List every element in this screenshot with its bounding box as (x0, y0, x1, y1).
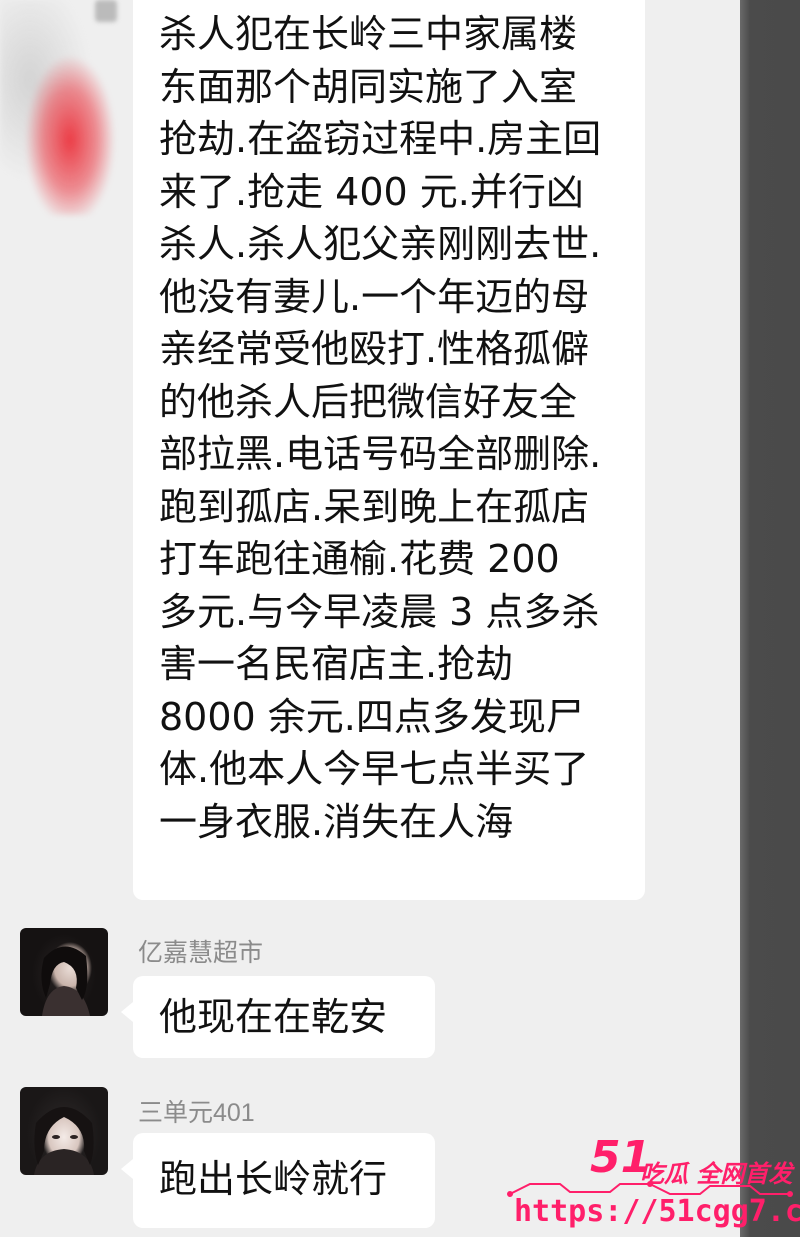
sender-name: 亿嘉慧超市 (138, 939, 264, 967)
message-line: 一身衣服.消失在人海 (159, 799, 514, 844)
bubble-tail (121, 1159, 133, 1179)
message-line: 部拉黑.电话号码全部删除. (159, 432, 602, 476)
bubble-tail (121, 1002, 133, 1022)
watermark: 51 吃瓜 全网首发 https://51cgg7.com (500, 1132, 800, 1237)
message-line: 杀人.杀人犯父亲刚刚去世. (159, 222, 602, 266)
blurred-avatar (0, 0, 120, 215)
sender-name: 三单元401 (138, 1099, 255, 1127)
message-line: 打车跑往通榆.花费 200 (159, 537, 560, 581)
message-line: 杀人犯在长岭三中家属楼 (159, 12, 578, 56)
message-line: 他没有妻儿.一个年迈的母 (159, 274, 590, 319)
message-line: 害一名民宿店主.抢劫 (159, 642, 514, 686)
message-bubble-2[interactable]: 他现在在乾安 (121, 976, 435, 1058)
window-edge (740, 0, 800, 1237)
avatar[interactable] (20, 928, 108, 1016)
avatar-photo-icon (41, 946, 90, 1016)
message-line: 亲经常受他殴打.性格孤僻 (159, 327, 590, 371)
message-bubble-1[interactable]: 杀人犯在长岭三中家属楼 东面那个胡同实施了入室 抢劫.在盗窃过程中.房主回 来了… (133, 0, 645, 900)
message-bubble-3[interactable]: 跑出长岭就行 (121, 1133, 435, 1228)
avatar[interactable] (20, 1087, 108, 1175)
message-line: 多元.与今早凌晨 3 点多杀 (159, 589, 600, 634)
message-line: 跑到孤店.呆到晚上在孤店 (159, 484, 590, 529)
message-text: 他现在在乾安 (159, 995, 388, 1039)
message-line: 东面那个胡同实施了入室 (159, 64, 578, 109)
message-line: 抢劫.在盗窃过程中.房主回 (159, 117, 602, 161)
message-line: 8000 余元.四点多发现尸 (159, 694, 584, 739)
avatar-photo-icon (34, 1107, 94, 1175)
message-line: 的他杀人后把微信好友全 (159, 379, 578, 424)
message-line: 来了.抢走 400 元.并行凶 (159, 169, 584, 214)
blurred-badge (95, 0, 117, 22)
message-text: 跑出长岭就行 (159, 1157, 388, 1201)
watermark-url: https://51cgg7.com (514, 1194, 800, 1229)
message-line: 体.他本人今早七点半买了 (159, 747, 590, 791)
